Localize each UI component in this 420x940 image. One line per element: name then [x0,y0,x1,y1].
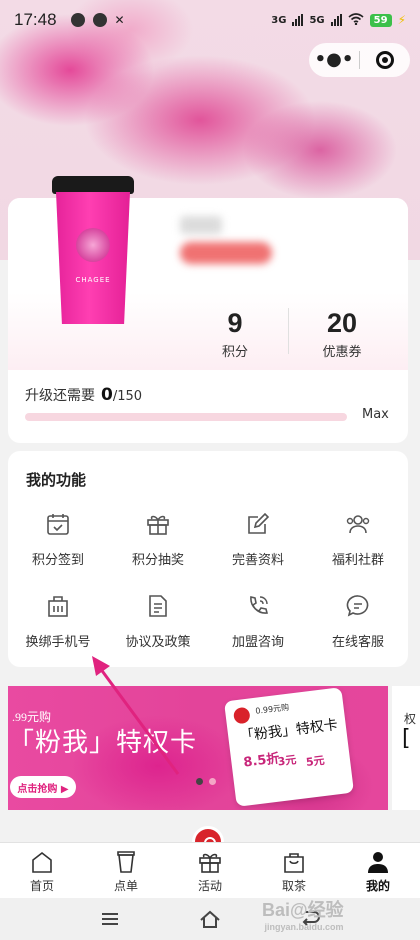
tab-mine[interactable]: 我的 [336,843,420,898]
max-label: Max [362,407,389,422]
close-miniprogram-button[interactable] [360,51,410,69]
tab-home[interactable]: 首页 [0,843,84,898]
chat-icon [346,595,369,617]
message-icon [70,13,85,27]
function-online-service[interactable]: 在线客服 [308,593,408,657]
home-icon [32,851,52,873]
app-notification-icon [92,13,107,27]
cup-icon [117,851,135,873]
privilege-card-illustration: 0.99元购 「粉我」特权卡 8.5折 3元 5元 [223,687,355,807]
bottom-tab-bar: 首页 点单 活动 取茶 我的 [0,842,420,898]
document-icon [149,595,167,617]
miniprogram-capsule: •●• [309,43,410,77]
pagination-dot [209,778,216,785]
wifi-icon [348,12,364,28]
member-card: CHAGEE 9 积分 20 优惠券 升级还需要 0 /150 Max [8,176,408,443]
coupons-stat[interactable]: 20 优惠券 [302,308,382,360]
coupons-label: 优惠券 [322,345,362,360]
gift-icon [147,515,169,535]
upgrade-info: 升级还需要 0 /150 [25,385,142,405]
target-icon [376,51,394,69]
user-name-blurred [180,216,222,234]
cup-illustration: CHAGEE [52,176,134,326]
points-value: 9 [227,308,243,338]
functions-grid: 积分签到 积分抽奖 完善资料 福利社群 换绑手机号 协议及政策 加盟咨询 在线客… [8,511,408,657]
coupons-value: 20 [326,308,358,338]
member-level-blurred [180,242,272,264]
calendar-check-icon [47,514,69,535]
function-franchise-inquiry[interactable]: 加盟咨询 [208,593,308,657]
upgrade-progress-bar [25,413,347,421]
edit-icon [248,512,270,534]
upgrade-label: 升级还需要 [25,388,95,404]
banner-title: 「粉我」特权卡 [8,728,198,758]
upgrade-total: /150 [112,389,143,404]
status-bar: 17:48 ✕ 3G 5G 59 ⚡ [0,0,420,40]
gift-icon [199,853,221,873]
function-points-lottery[interactable]: 积分抽奖 [108,511,208,575]
tab-order[interactable]: 点单 [84,843,168,898]
tools-icon: ✕ [114,13,125,27]
status-time: 17:48 [14,10,57,29]
function-points-checkin[interactable]: 积分签到 [8,511,108,575]
signal-icon [292,14,304,26]
cup-brand-logo: CHAGEE [75,276,111,284]
phone-swap-icon [48,596,68,617]
home-nav-icon[interactable] [199,908,221,930]
function-welfare-group[interactable]: 福利社群 [308,511,408,575]
person-icon [368,852,388,873]
function-complete-profile[interactable]: 完善资料 [208,511,308,575]
network-5g-label: 5G [309,14,325,26]
my-functions-panel: 我的功能 积分签到 积分抽奖 完善资料 福利社群 换绑手机号 协议及政策 加盟咨… [8,451,408,667]
signal-icon-2 [330,14,342,26]
network-3g-label: 3G [271,14,287,26]
pagination-dot-active [196,778,203,785]
points-stat[interactable]: 9 积分 [195,308,275,360]
brand-logo-icon [232,706,251,725]
function-agreements-policy[interactable]: 协议及政策 [108,593,208,657]
upgrade-current: 0 [101,385,113,405]
tab-activity[interactable]: 活动 [168,843,252,898]
functions-title: 我的功能 [26,471,87,489]
bag-icon [284,853,304,873]
promo-banner[interactable]: .99元购 「粉我」特权卡 点击抢购 ▶ 0.99元购 「粉我」特权卡 8.5折… [8,686,388,810]
watermark: Bai@经验 jingyan.baidu.com [262,900,344,932]
battery-indicator: 59 [369,13,392,27]
next-banner-peek[interactable]: 权 [ [392,686,420,810]
call-icon [250,596,268,614]
function-change-phone[interactable]: 换绑手机号 [8,593,108,657]
banner-pagination [196,778,216,785]
charging-icon: ⚡ [397,13,406,27]
points-label: 积分 [221,345,248,360]
tab-pickup[interactable]: 取茶 [252,843,336,898]
menu-icon[interactable] [99,908,121,930]
group-icon [346,515,370,534]
system-navigation-bar [0,898,420,940]
banner-buy-button[interactable]: 点击抢购 ▶ [10,776,76,798]
more-button[interactable]: •●• [309,51,359,69]
